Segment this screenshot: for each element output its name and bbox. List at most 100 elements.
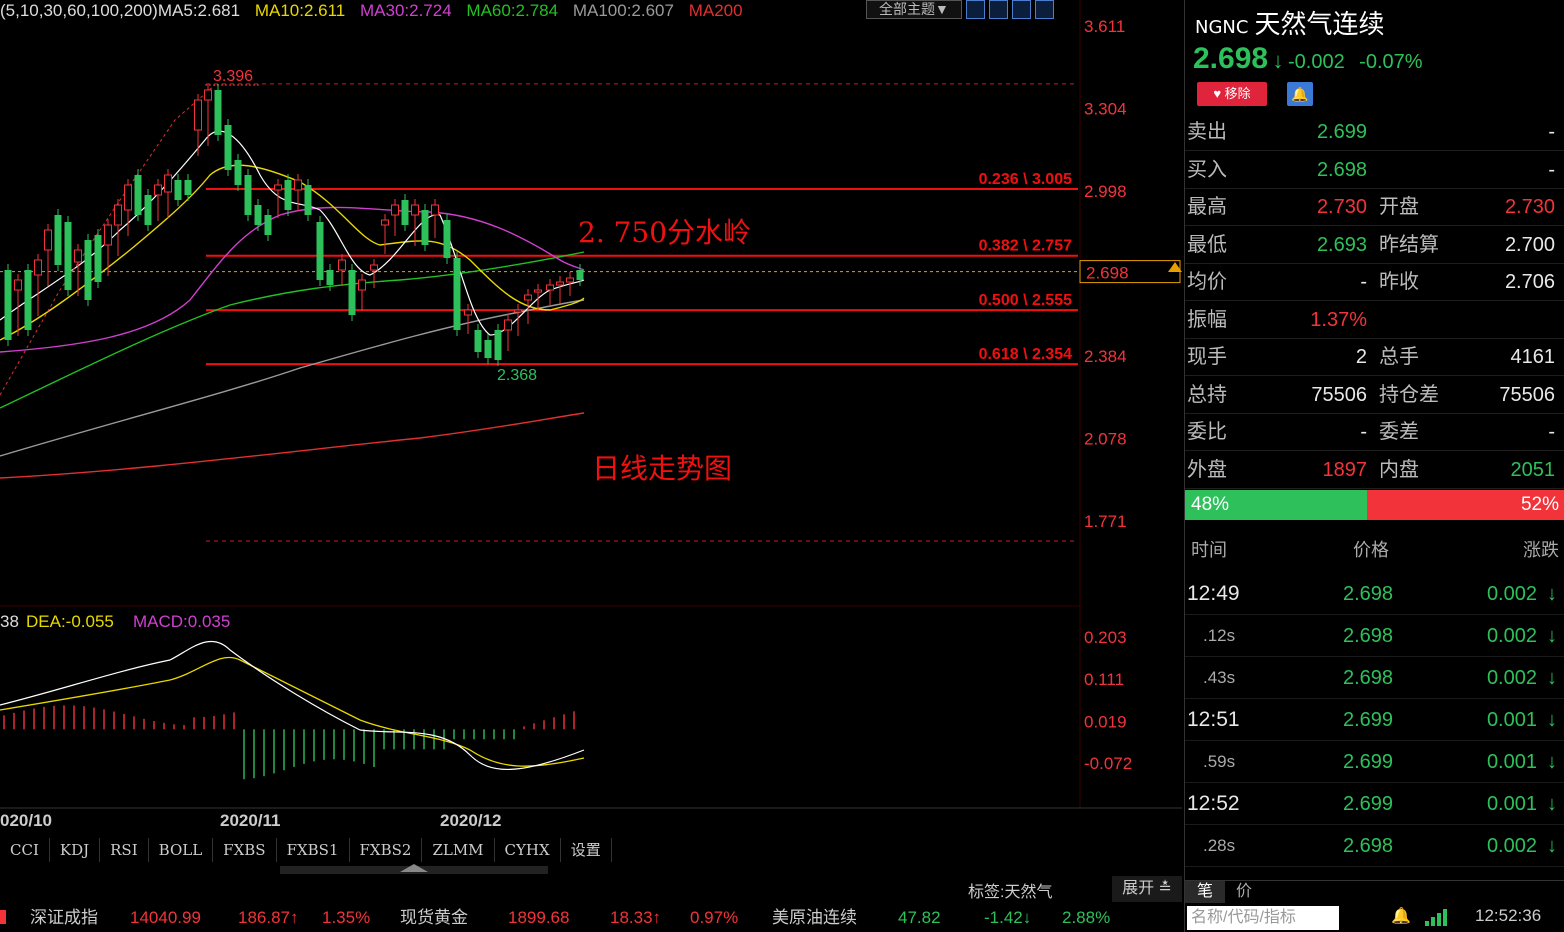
quote-value: 2.698: [1316, 158, 1367, 181]
last-price: 2.698: [1193, 42, 1269, 75]
date-axis-label: 2020/12: [440, 811, 501, 830]
instrument-code: NGNC: [1195, 17, 1249, 38]
quote-value: 1.37%: [1310, 308, 1367, 331]
tick-price: 2.699: [1343, 793, 1394, 815]
candle-body: [154, 184, 162, 196]
tick-row: .59s 2.699 0.001 ↓: [1185, 741, 1564, 783]
tick-time: 12:52: [1187, 792, 1240, 815]
expand-button[interactable]: 展开 ≛: [1112, 876, 1182, 902]
candle-body: [391, 204, 399, 216]
candle-body: [254, 205, 262, 225]
current-price-value: 2.698: [1086, 264, 1129, 283]
instrument-name: 天然气连续: [1254, 10, 1385, 40]
tab-tick-by-tick[interactable]: 笔: [1185, 881, 1225, 903]
candle-body: [484, 340, 492, 358]
window-icon[interactable]: [1011, 0, 1031, 19]
tab-price[interactable]: 价: [1229, 881, 1259, 903]
quote-panel: NGNC 天然气连续 2.698 ↓ -0.002 -0.07% ♥ 移除 🔔 卖…: [1184, 0, 1564, 932]
date-axis-label: 2020/11: [220, 811, 281, 830]
tick-change: 0.001: [1486, 793, 1537, 815]
indicator-tab[interactable]: CCI: [0, 838, 50, 862]
candle-body: [104, 224, 112, 246]
candle-body: [194, 99, 202, 131]
candle-body: [566, 277, 574, 283]
macd-label: MACD:0.035: [133, 612, 230, 631]
remove-favorite-button[interactable]: ♥ 移除: [1197, 82, 1267, 106]
quote-label: 最低: [1187, 233, 1227, 256]
tick-time: .43s: [1203, 668, 1236, 687]
quote-value: 2.730: [1504, 196, 1555, 218]
candle-body: [381, 219, 389, 226]
candle-body: [464, 309, 472, 316]
candle-body: [204, 89, 212, 101]
dif-label: 38: [0, 612, 19, 631]
quote-label: 外盘: [1187, 458, 1227, 481]
indicator-tab[interactable]: BOLL: [149, 838, 214, 862]
quote-row: 外盘 1897 内盘 2051: [1185, 452, 1564, 489]
quote-value: 2: [1355, 346, 1367, 368]
scroll-up-icon[interactable]: [400, 864, 428, 872]
price-axis-label: 2.998: [1084, 182, 1127, 201]
dea-line: [0, 656, 585, 767]
candle-body: [184, 180, 192, 195]
fib-label: 0.236 \ 3.005: [979, 171, 1073, 188]
index-change-3: -1.42↓: [984, 908, 1032, 927]
clock: 12:52:36: [1475, 906, 1542, 925]
kline-chart[interactable]: 3.6113.3042.9982.6912.3842.0781.7712.698…: [0, 0, 1182, 880]
candle-body: [34, 259, 42, 276]
bell-icon[interactable]: 🔔: [1287, 82, 1313, 106]
notification-bell-icon[interactable]: 🔔: [1391, 906, 1411, 926]
tick-time: 12:49: [1187, 582, 1240, 605]
grid-icon[interactable]: [988, 0, 1008, 19]
quote-label: 最高: [1187, 196, 1227, 218]
index-name-1[interactable]: 深证成指: [30, 904, 98, 932]
indicator-tab[interactable]: KDJ: [50, 838, 101, 862]
quote-value: 2.699: [1316, 121, 1367, 143]
indicator-tab[interactable]: CYHX: [495, 838, 561, 862]
quote-label: 总持: [1187, 383, 1227, 406]
candle-body: [284, 180, 292, 210]
crosshair-icon[interactable]: [965, 0, 985, 19]
candle-body: [556, 281, 564, 286]
candle-body: [134, 175, 142, 215]
index-name-2[interactable]: 现货黄金: [400, 904, 468, 932]
date-axis-label: 020/10: [0, 811, 52, 830]
candle-body: [24, 270, 32, 330]
quote-row: 振幅 1.37%: [1185, 302, 1564, 339]
indicator-tab[interactable]: 设置: [561, 838, 612, 862]
indicator-tab[interactable]: FXBS1: [277, 838, 350, 862]
index-pct-1: 1.35%: [322, 908, 371, 927]
candle-body: [74, 249, 82, 263]
indicator-tab[interactable]: ZLMM: [422, 838, 495, 862]
tick-price: 2.698: [1343, 835, 1394, 857]
macd-axis-label: 0.203: [1084, 628, 1127, 647]
quote-value: 4161: [1510, 346, 1556, 368]
candle-body: [443, 220, 451, 258]
tick-row: .28s 2.698 0.002 ↓: [1185, 825, 1564, 867]
quote-label: 内盘: [1379, 458, 1419, 481]
tick-header-time: 时间: [1191, 540, 1227, 560]
tick-change: 0.002: [1486, 835, 1537, 857]
search-input[interactable]: 名称/代码/指标: [1187, 906, 1339, 930]
quote-value: 2051: [1510, 458, 1556, 481]
indicator-tab[interactable]: FXBS2: [350, 838, 423, 862]
theme-dropdown[interactable]: 全部主题▼: [866, 0, 962, 19]
index-value-3: 47.82: [898, 908, 941, 927]
kline-chart-area[interactable]: 3.6113.3042.9982.6912.3842.0781.7712.698…: [0, 0, 1182, 880]
candle-body: [504, 319, 512, 331]
quote-value: -: [1548, 421, 1555, 443]
indicator-tab[interactable]: RSI: [100, 838, 149, 862]
quote-label: 昨收: [1379, 271, 1419, 293]
candle-body: [524, 294, 532, 301]
quote-label: 卖出: [1187, 121, 1227, 143]
index-value-1: 14040.99: [130, 908, 201, 927]
low-annotation: 2.368: [497, 367, 537, 384]
down-arrow-icon: ↓: [1547, 625, 1557, 647]
ma5-label: MA5:2.681: [157, 1, 241, 20]
ma10-label: MA10:2.611: [254, 1, 346, 20]
index-name-3[interactable]: 美原油连续: [772, 904, 857, 932]
candle-body: [234, 160, 242, 185]
ma100-label: MA100:2.607: [572, 1, 674, 20]
layout-icon[interactable]: [1034, 0, 1054, 19]
indicator-tab[interactable]: FXBS: [213, 838, 277, 862]
